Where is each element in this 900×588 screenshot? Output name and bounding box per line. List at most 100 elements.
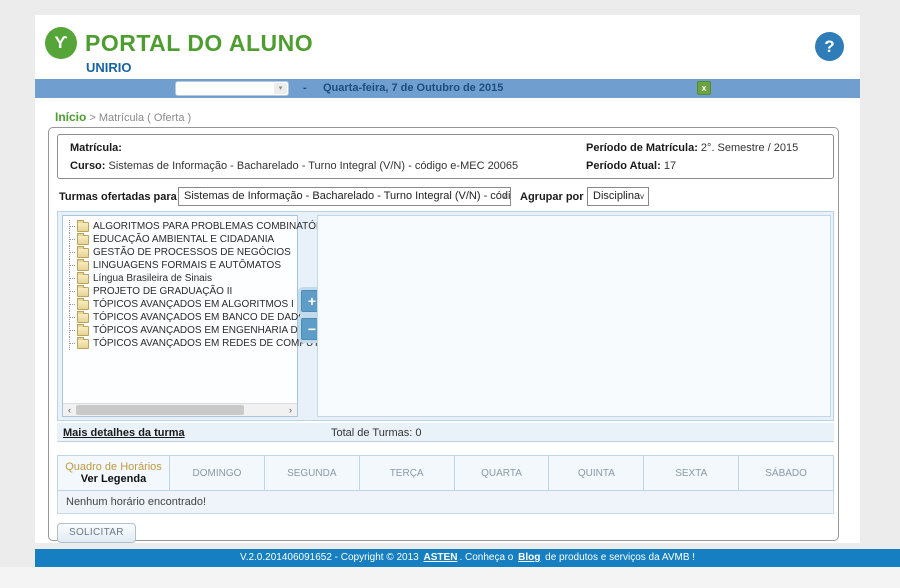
- tree-item[interactable]: Língua Brasileira de Sinais: [66, 272, 296, 285]
- tree-item-label: GESTÃO DE PROCESSOS DE NEGÓCIOS: [93, 247, 291, 258]
- matricula-label: Matrícula:: [70, 142, 122, 154]
- agrupar-select-value: Disciplina: [593, 190, 640, 202]
- tree-expand-icon[interactable]: [66, 324, 77, 337]
- tree-item-label: ALGORITMOS PARA PROBLEMAS COMBINATÓRIOS: [93, 221, 340, 232]
- chevron-down-icon: ∨: [501, 192, 507, 201]
- tree-item[interactable]: PROJETO DE GRADUAÇÃO II: [66, 285, 296, 298]
- footer-version-text: V.2.0.201406091652 - Copyright © 2013: [240, 552, 419, 563]
- ver-legenda-link[interactable]: Ver Legenda: [81, 473, 146, 485]
- tree-item[interactable]: TÓPICOS AVANÇADOS EM ENGENHARIA DE SOFTW…: [66, 324, 296, 337]
- main-window: ϒ PORTAL DO ALUNO UNIRIO ? ▾ - Quarta-fe…: [35, 15, 860, 543]
- tree-expand-icon[interactable]: [66, 220, 77, 233]
- day-header-sexta: SEXTA: [644, 456, 739, 490]
- day-header-quarta: QUARTA: [455, 456, 550, 490]
- scrollbar-thumb[interactable]: [76, 405, 244, 415]
- tree-expand-icon[interactable]: [66, 285, 77, 298]
- disciplinas-tree-panel: ALGORITMOS PARA PROBLEMAS COMBINATÓRIOS …: [62, 215, 298, 417]
- schedule-table: Quadro de Horários Ver Legenda DOMINGO S…: [57, 455, 834, 514]
- breadcrumb-current: > Matrícula ( Oferta ): [89, 112, 191, 124]
- periodo-matricula-value: 2°. Semestre / 2015: [701, 142, 798, 154]
- help-icon[interactable]: ?: [815, 32, 844, 61]
- toolbar-dropdown[interactable]: ▾: [175, 81, 289, 96]
- turmas-selecionadas-panel: [317, 215, 831, 417]
- solicitar-button[interactable]: SOLICITAR: [57, 523, 136, 543]
- asten-link[interactable]: ASTEN: [424, 552, 458, 563]
- tree-item[interactable]: TÓPICOS AVANÇADOS EM ALGORITMOS I: [66, 298, 296, 311]
- tree-item[interactable]: TÓPICOS AVANÇADOS EM REDES DE COMPUTADOR…: [66, 337, 296, 350]
- mais-detalhes-link[interactable]: Mais detalhes da turma: [63, 427, 185, 439]
- tree-item[interactable]: EDUCAÇÃO AMBIENTAL E CIDADANIA: [66, 233, 296, 246]
- tree-item-label: PROJETO DE GRADUAÇÃO II: [93, 286, 232, 297]
- total-turmas-label: Total de Turmas:: [331, 427, 412, 439]
- bottom-margin: [0, 567, 900, 588]
- chevron-down-icon: ∨: [639, 192, 645, 201]
- content-panel: Matrícula: Curso: Sistemas de Informação…: [48, 127, 839, 541]
- portal-logo-icon: ϒ: [45, 27, 77, 59]
- folder-icon: [77, 261, 89, 271]
- periodo-matricula-label: Período de Matrícula:: [586, 142, 698, 154]
- schedule-empty-message: Nenhum horário encontrado!: [57, 491, 834, 514]
- curso-select-value: Sistemas de Informação - Bacharelado - T…: [184, 190, 511, 202]
- tree-item-label: TÓPICOS AVANÇADOS EM ALGORITMOS I: [93, 299, 294, 310]
- folder-icon: [77, 339, 89, 349]
- top-toolbar: ▾ - Quarta-feira, 7 de Outubro de 2015 x: [35, 79, 860, 98]
- tree-item[interactable]: TÓPICOS AVANÇADOS EM BANCO DE DADOS II: [66, 311, 296, 324]
- page-title: PORTAL DO ALUNO: [85, 30, 313, 57]
- page: ϒ PORTAL DO ALUNO UNIRIO ? ▾ - Quarta-fe…: [0, 0, 900, 588]
- curso-value: Sistemas de Informação - Bacharelado - T…: [109, 160, 519, 172]
- scroll-right-icon[interactable]: ›: [284, 404, 297, 416]
- blog-link[interactable]: Blog: [518, 552, 540, 563]
- tree-item[interactable]: GESTÃO DE PROCESSOS DE NEGÓCIOS: [66, 246, 296, 259]
- schedule-header-row: Quadro de Horários Ver Legenda DOMINGO S…: [57, 455, 834, 491]
- folder-icon: [77, 222, 89, 232]
- day-header-quinta: QUINTA: [549, 456, 644, 490]
- quadro-horarios-title: Quadro de Horários: [65, 461, 162, 473]
- turmas-split-area: ALGORITMOS PARA PROBLEMAS COMBINATÓRIOS …: [57, 211, 834, 421]
- total-turmas-value: 0: [415, 427, 421, 439]
- day-header-segunda: SEGUNDA: [265, 456, 360, 490]
- folder-icon: [77, 274, 89, 284]
- tree-item[interactable]: LINGUAGENS FORMAIS E AUTÔMATOS: [66, 259, 296, 272]
- breadcrumb-home-link[interactable]: Início: [55, 110, 86, 124]
- turmas-info-row: Mais detalhes da turma Total de Turmas: …: [57, 423, 834, 442]
- schedule-corner-cell: Quadro de Horários Ver Legenda: [58, 456, 170, 490]
- tree-expand-icon[interactable]: [66, 259, 77, 272]
- breadcrumb: Início > Matrícula ( Oferta ): [55, 110, 191, 124]
- tree-expand-icon[interactable]: [66, 337, 77, 350]
- close-icon[interactable]: x: [697, 81, 711, 95]
- footer-middle-text: . Conheça o: [459, 552, 513, 563]
- scroll-left-icon[interactable]: ‹: [63, 404, 76, 416]
- tree-expand-icon[interactable]: [66, 246, 77, 259]
- tree-expand-icon[interactable]: [66, 272, 77, 285]
- folder-icon: [77, 300, 89, 310]
- tree-item-label: EDUCAÇÃO AMBIENTAL E CIDADANIA: [93, 234, 274, 245]
- tree-expand-icon[interactable]: [66, 233, 77, 246]
- tree-item-label: LINGUAGENS FORMAIS E AUTÔMATOS: [93, 260, 281, 271]
- folder-icon: [77, 235, 89, 245]
- tree-item[interactable]: ALGORITMOS PARA PROBLEMAS COMBINATÓRIOS: [66, 220, 296, 233]
- current-date: Quarta-feira, 7 de Outubro de 2015: [323, 82, 503, 94]
- toolbar-separator: -: [303, 82, 307, 94]
- horizontal-scrollbar[interactable]: ‹ ›: [63, 403, 297, 416]
- day-header-sabado: SÁBADO: [739, 456, 833, 490]
- footer-end-text: de produtos e serviços da AVMB !: [545, 552, 695, 563]
- periodo-atual-value: 17: [664, 160, 676, 172]
- chevron-down-icon[interactable]: ▾: [274, 83, 287, 94]
- disciplinas-tree: ALGORITMOS PARA PROBLEMAS COMBINATÓRIOS …: [66, 220, 296, 350]
- institution-name: UNIRIO: [86, 60, 132, 75]
- periodo-atual-label: Período Atual:: [586, 160, 661, 172]
- agrupar-por-label: Agrupar por: [520, 191, 584, 203]
- tree-expand-icon[interactable]: [66, 311, 77, 324]
- day-header-terca: TERÇA: [360, 456, 455, 490]
- curso-select[interactable]: Sistemas de Informação - Bacharelado - T…: [178, 187, 511, 206]
- day-header-domingo: DOMINGO: [170, 456, 265, 490]
- folder-icon: [77, 287, 89, 297]
- folder-icon: [77, 313, 89, 323]
- footer-bar: V.2.0.201406091652 - Copyright © 2013 AS…: [35, 549, 900, 567]
- tree-item-label: Língua Brasileira de Sinais: [93, 273, 212, 284]
- total-turmas: Total de Turmas: 0: [331, 427, 422, 439]
- agrupar-select[interactable]: Disciplina ∨: [587, 187, 649, 206]
- turmas-filter-row: Turmas ofertadas para o curso Sistemas d…: [57, 187, 834, 207]
- tree-expand-icon[interactable]: [66, 298, 77, 311]
- curso-label: Curso:: [70, 160, 105, 172]
